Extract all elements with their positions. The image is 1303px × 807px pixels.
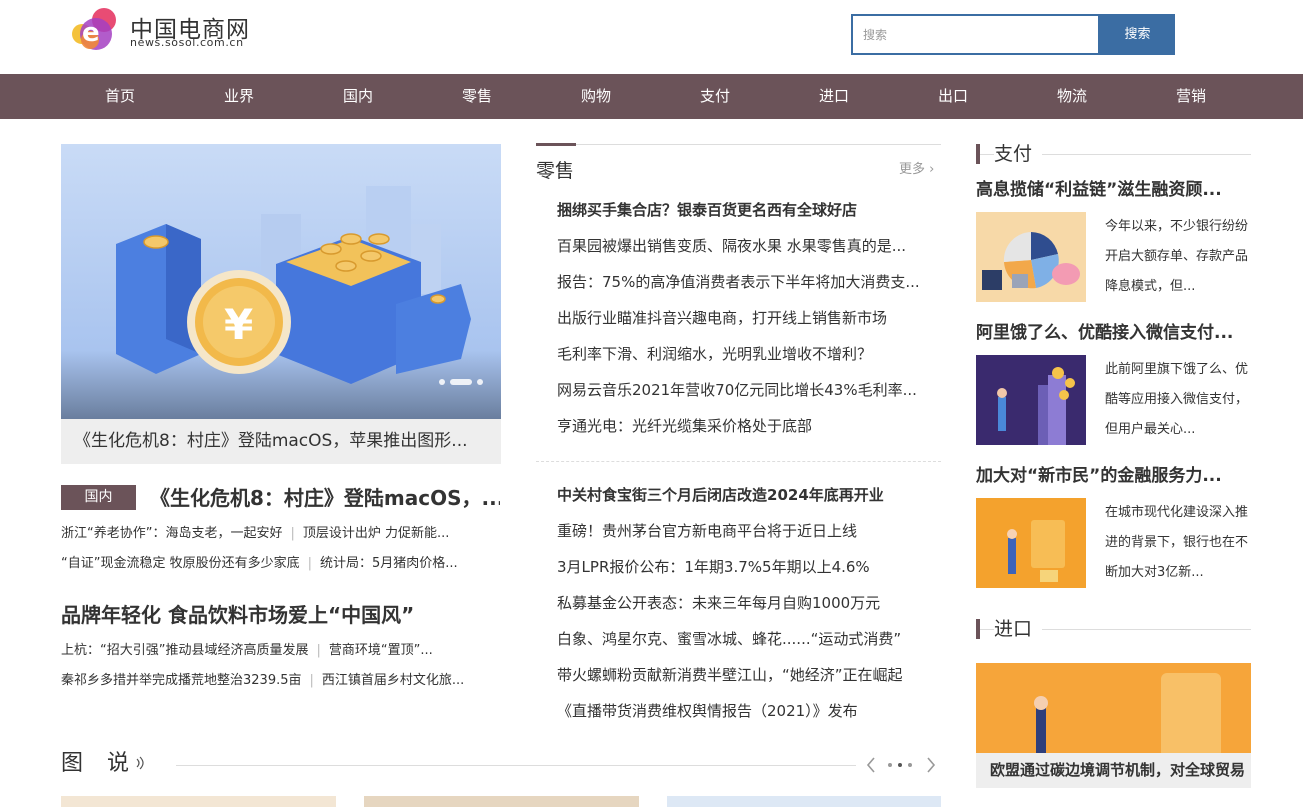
search-input[interactable] bbox=[851, 14, 1100, 55]
sub-news-link[interactable]: 上杭：“招大引强”推动县域经济高质量发展 bbox=[61, 643, 308, 658]
list-item[interactable]: 百果园被爆出销售变质、隔夜水果 水果零售真的是... bbox=[557, 228, 942, 264]
sub-news-row: “自证”现金流稳定 牧原股份还有多少家底 | 统计局：5月猪肉价格... bbox=[61, 556, 458, 571]
list-item[interactable]: 毛利率下滑、利润缩水，光明乳业增收不增利？ bbox=[557, 336, 942, 372]
sub-news-row: 秦祁乡多措并举完成播荒地整治3239.5亩 | 西江镇首届乡村文化旅... bbox=[61, 673, 465, 688]
logo-e-icon: e bbox=[72, 8, 116, 50]
section-title-retail: 零售 bbox=[536, 160, 575, 182]
list-item[interactable]: 出版行业瞄准抖音兴趣电商，打开线上销售新市场 bbox=[557, 300, 942, 336]
sub-news-row: 上杭：“招大引强”推动县域经济高质量发展 | 营商环境“置顶”... bbox=[61, 643, 433, 658]
nav-item-home[interactable]: 首页 bbox=[80, 74, 160, 119]
sub-news-link[interactable]: 统计局：5月猪肉价格... bbox=[320, 556, 458, 571]
gallery-dot-3[interactable] bbox=[908, 763, 912, 767]
svg-text:e: e bbox=[82, 18, 100, 48]
carousel-dot-3[interactable] bbox=[477, 379, 483, 385]
sub-news-link[interactable]: 浙江“养老协作”：海岛支老，一起安好 bbox=[61, 526, 282, 541]
nav-item-logistics[interactable]: 物流 bbox=[1032, 74, 1112, 119]
featured-caption[interactable]: 欧盟通过碳边境调节机制，对全球贸易 bbox=[976, 753, 1251, 788]
chevron-right-icon[interactable] bbox=[927, 757, 936, 773]
gallery-thumbnail[interactable] bbox=[61, 796, 336, 807]
main-nav: 首页 业界 国内 零售 购物 支付 进口 出口 物流 营销 bbox=[0, 74, 1303, 119]
sub-news-link[interactable]: 秦祁乡多措并举完成播荒地整治3239.5亩 bbox=[61, 673, 302, 688]
list-item[interactable]: 报告：75%的高净值消费者表示下半年将加大消费支... bbox=[557, 264, 942, 300]
nav-item-industry[interactable]: 业界 bbox=[199, 74, 279, 119]
list-item[interactable]: 白象、鸿星尔克、蜜雪冰城、蜂花......“运动式消费” bbox=[557, 621, 942, 657]
sub-news-link[interactable]: 顶层设计出炉 力促新能... bbox=[303, 526, 450, 541]
article-summary: 此前阿里旗下饿了么、优酷等应用接入微信支付，但用户最关心... bbox=[1105, 362, 1249, 437]
carousel-dot-1[interactable] bbox=[439, 379, 445, 385]
list-item[interactable]: 网易云音乐2021年营收70亿元同比增长43%毛利率... bbox=[557, 372, 942, 408]
list-item[interactable]: 中关村食宝街三个月后闭店改造2024年底再开业 bbox=[557, 477, 942, 513]
carousel-caption[interactable]: 《生化危机8：村庄》登陆macOS，苹果推出图形... bbox=[61, 419, 501, 464]
section-accent bbox=[536, 143, 576, 146]
category-tag[interactable]: 国内 bbox=[61, 485, 136, 510]
article-thumbnail[interactable] bbox=[976, 355, 1086, 445]
site-logo[interactable]: e 中国电商网 news.sosol.com.cn bbox=[68, 4, 258, 52]
gallery-nav bbox=[866, 755, 938, 775]
list-item[interactable]: 捆绑买手集合店？银泰百货更名西有全球好店 bbox=[557, 192, 942, 228]
gallery-dot-1[interactable] bbox=[888, 763, 892, 767]
list-item[interactable]: 私募基金公开表态：未来三年每月自购1000万元 bbox=[557, 585, 942, 621]
article-summary: 在城市现代化建设深入推进的背景下，银行也在不断加大对3亿新... bbox=[1105, 505, 1249, 580]
section-title-payment: 支付 bbox=[994, 142, 1043, 166]
article-title[interactable]: 阿里饿了么、优酷接入微信支付... bbox=[976, 321, 1251, 345]
section-header-import: 进口 bbox=[976, 617, 1251, 641]
gallery-thumbnail[interactable] bbox=[364, 796, 639, 807]
svg-text:¥: ¥ bbox=[224, 300, 253, 349]
retail-news-list-2: 中关村食宝街三个月后闭店改造2024年底再开业 重磅！贵州茅台官方新电商平台将于… bbox=[557, 477, 942, 729]
site-header: e 中国电商网 news.sosol.com.cn 搜索 bbox=[0, 0, 1303, 74]
sub-news-link[interactable]: 营商环境“置顶”... bbox=[329, 643, 433, 658]
nav-item-export[interactable]: 出口 bbox=[913, 74, 993, 119]
article-thumbnail[interactable] bbox=[976, 498, 1086, 588]
retail-news-list-1: 捆绑买手集合店？银泰百货更名西有全球好店 百果园被爆出销售变质、隔夜水果 水果零… bbox=[557, 192, 942, 444]
list-item[interactable]: 带火螺蛳粉贡献新消费半壁江山，“她经济”正在崛起 bbox=[557, 657, 942, 693]
list-item[interactable]: 亨通光电：光纤光缆集采价格处于底部 bbox=[557, 408, 942, 444]
list-divider bbox=[536, 461, 941, 462]
chevron-left-icon[interactable] bbox=[866, 757, 875, 773]
section-title-import: 进口 bbox=[994, 617, 1043, 641]
sub-news-link[interactable]: “自证”现金流稳定 牧原股份还有多少家底 bbox=[61, 556, 300, 571]
chevron-right-icon: › bbox=[929, 162, 935, 177]
gallery-dot-2[interactable] bbox=[898, 763, 902, 767]
sub-news-link[interactable]: 西江镇首届乡村文化旅... bbox=[322, 673, 464, 688]
article-summary: 今年以来，不少银行纷纷开启大额存单、存款产品降息模式，但... bbox=[1105, 219, 1249, 294]
headline-link[interactable]: 《生化危机8：村庄》登陆macOS，... bbox=[150, 484, 500, 512]
section-divider bbox=[536, 144, 941, 145]
nav-item-shopping[interactable]: 购物 bbox=[556, 74, 636, 119]
nav-item-marketing[interactable]: 营销 bbox=[1151, 74, 1231, 119]
sub-news-row: 浙江“养老协作”：海岛支老，一起安好 | 顶层设计出炉 力促新能... bbox=[61, 526, 450, 541]
gallery-thumbnail[interactable] bbox=[667, 796, 941, 807]
list-item[interactable]: 重磅！贵州茅台官方新电商平台将于近日上线 bbox=[557, 513, 942, 549]
section-bar bbox=[976, 619, 980, 639]
logo-subtitle: news.sosol.com.cn bbox=[130, 36, 244, 49]
carousel-dot-2[interactable] bbox=[450, 379, 472, 385]
search-button[interactable]: 搜索 bbox=[1100, 14, 1175, 55]
section-line bbox=[176, 765, 856, 766]
nav-item-import[interactable]: 进口 bbox=[794, 74, 874, 119]
article-title[interactable]: 高息揽储“利益链”滋生融资顾... bbox=[976, 178, 1251, 202]
section-bar bbox=[976, 144, 980, 164]
more-label: 更多 bbox=[899, 162, 926, 177]
more-link[interactable]: 更多 › bbox=[899, 161, 934, 179]
featured-carousel[interactable]: ¥ 《生化危机8：村庄》登陆macOS，苹果推出图形... bbox=[61, 144, 501, 464]
nav-item-retail[interactable]: 零售 bbox=[437, 74, 517, 119]
carousel-image[interactable]: ¥ bbox=[61, 144, 501, 419]
section-header-payment: 支付 bbox=[976, 142, 1251, 166]
carousel-dots bbox=[439, 379, 489, 387]
list-item[interactable]: 3月LPR报价公布：1年期3.7%5年期以上4.6% bbox=[557, 549, 942, 585]
nav-item-payment[interactable]: 支付 bbox=[675, 74, 755, 119]
headline-link[interactable]: 品牌年轻化 食品饮料市场爱上“中国风” bbox=[61, 600, 501, 630]
article-title[interactable]: 加大对“新市民”的金融服务力... bbox=[976, 464, 1251, 488]
sound-wave-icon bbox=[136, 756, 144, 770]
article-thumbnail[interactable] bbox=[976, 212, 1086, 302]
list-item[interactable]: 《直播带货消费维权舆情报告（2021）》发布 bbox=[557, 693, 942, 729]
nav-item-domestic[interactable]: 国内 bbox=[318, 74, 398, 119]
